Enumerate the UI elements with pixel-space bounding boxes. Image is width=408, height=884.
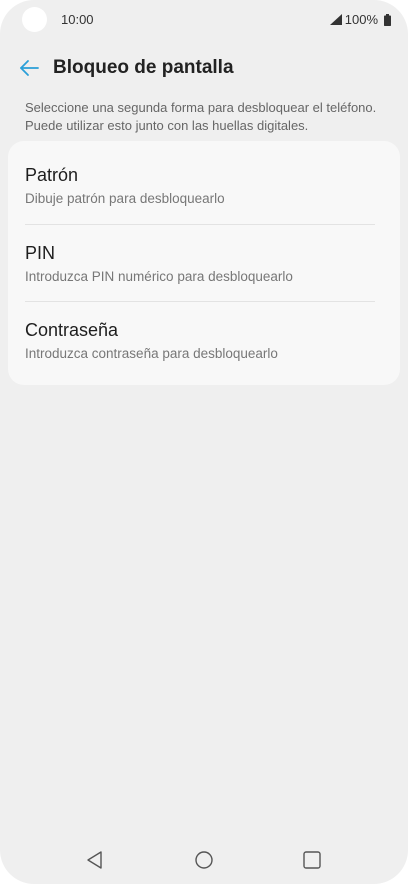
camera-cutout — [22, 7, 47, 32]
option-subtitle: Dibuje patrón para desbloquearlo — [25, 191, 225, 206]
description-text: Seleccione una segunda forma para desblo… — [25, 100, 377, 133]
nav-recents-button[interactable] — [300, 848, 324, 872]
option-password[interactable]: Contraseña Introduzca contraseña para de… — [25, 296, 383, 373]
phone-screen: 10:00 100% Bloqueo de pantalla Seleccion… — [0, 0, 408, 884]
option-pattern[interactable]: Patrón Dibuje patrón para desbloquearlo — [25, 141, 383, 218]
option-title: Contraseña — [25, 320, 119, 340]
status-indicators: 100% — [329, 12, 391, 27]
page-title: Bloqueo de pantalla — [53, 57, 234, 78]
option-subtitle: Introduzca contraseña para desbloquearlo — [25, 346, 278, 361]
option-title: PIN — [25, 243, 56, 263]
battery-icon — [384, 13, 391, 26]
triangle-back-icon — [87, 851, 102, 869]
battery-percentage: 100% — [344, 12, 378, 27]
status-time: 10:00 — [61, 12, 94, 27]
option-pin[interactable]: PIN Introduzca PIN numérico para desbloq… — [25, 219, 383, 296]
square-recents-icon — [303, 851, 321, 869]
nav-home-button[interactable] — [192, 848, 216, 872]
status-bar: 10:00 100% — [0, 0, 408, 40]
nav-back-button[interactable] — [83, 848, 107, 872]
option-subtitle: Introduzca PIN numérico para desbloquear… — [25, 269, 293, 284]
app-bar: Bloqueo de pantalla — [0, 50, 408, 86]
option-title: Patrón — [25, 165, 79, 185]
back-button[interactable] — [18, 56, 42, 80]
arrow-left-icon — [20, 60, 39, 76]
signal-icon — [329, 14, 342, 25]
circle-home-icon — [195, 851, 213, 869]
navigation-bar — [0, 840, 408, 880]
lock-options-card: Patrón Dibuje patrón para desbloquearlo … — [8, 141, 400, 385]
